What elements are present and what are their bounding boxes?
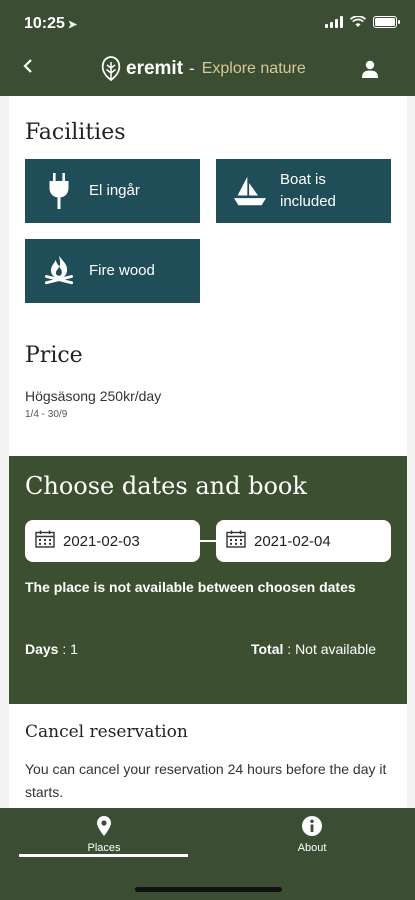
end-date-value: 2021-02-04: [254, 532, 331, 550]
location-pin-icon: [19, 814, 189, 838]
status-bar: 10:25 ➤: [0, 0, 415, 44]
campfire-icon: [43, 253, 75, 289]
brand: eremit - Explore nature: [100, 56, 306, 82]
total-label: Total: [250, 641, 284, 657]
date-range: 2021-02-03 2021-02-04: [25, 520, 391, 562]
booking-totals: Days : 1 Total : Not available: [25, 641, 391, 657]
start-date-field[interactable]: 2021-02-03: [25, 520, 200, 562]
active-tab-indicator: [19, 854, 188, 857]
booking-panel: Choose dates and book 2021-02-03 2021-02…: [9, 456, 407, 704]
facility-label: Boat is included: [280, 171, 336, 210]
calendar-icon: [35, 530, 55, 552]
price-title: Price: [25, 343, 83, 368]
location-arrow-icon: ➤: [67, 19, 78, 31]
home-indicator: [135, 887, 282, 892]
availability-message: The place is not available between choos…: [25, 579, 356, 595]
calendar-icon: [226, 530, 246, 552]
header-subtitle: Explore nature: [201, 60, 306, 77]
price-season: Högsäsong 250kr/day: [25, 388, 162, 404]
facilities-grid: El ingår Boat is included Fire wood: [25, 159, 391, 303]
total-summary: Total : Not available: [250, 641, 376, 657]
facility-fire-wood: Fire wood: [25, 239, 200, 303]
brand-separator: -: [189, 59, 195, 78]
booking-title: Choose dates and book: [25, 472, 307, 500]
plug-icon: [43, 173, 75, 209]
chevron-left-icon: [23, 59, 32, 73]
facility-boat: Boat is included: [216, 159, 391, 223]
cancel-text: You can cancel your reservation 24 hours…: [25, 761, 387, 800]
tab-label: Places: [87, 842, 121, 854]
eremit-logo-icon: [101, 56, 121, 82]
wifi-icon: [350, 16, 366, 27]
status-time-text: 10:25: [24, 15, 65, 32]
facility-label: Fire wood: [89, 262, 155, 279]
user-icon: [362, 60, 378, 78]
status-icons: [325, 16, 400, 28]
detail-content[interactable]: Facilities El ingår Boat is included Fir…: [9, 96, 407, 808]
days-label: Days: [25, 641, 59, 657]
price-season-dates: 1/4 - 30/9: [25, 409, 68, 420]
total-value: Not available: [295, 641, 376, 657]
boat-icon: [234, 173, 266, 209]
profile-button[interactable]: [361, 60, 379, 83]
days-value: 1: [70, 641, 78, 657]
tab-label: About: [297, 842, 327, 854]
days-summary: Days : 1: [25, 641, 78, 657]
signal-icon: [325, 16, 343, 28]
end-date-field[interactable]: 2021-02-04: [216, 520, 391, 562]
facilities-title: Facilities: [25, 120, 126, 145]
facility-el-ingar: El ingår: [25, 159, 200, 223]
tab-about[interactable]: About: [227, 814, 397, 854]
start-date-value: 2021-02-03: [63, 532, 140, 550]
facility-label: El ingår: [89, 182, 140, 199]
battery-icon: [373, 16, 400, 28]
status-time: 10:25 ➤: [24, 15, 77, 33]
brand-name: eremit: [126, 58, 184, 79]
cancel-reservation-section: Cancel reservation You can cancel your r…: [9, 704, 407, 808]
cancel-title: Cancel reservation: [25, 722, 188, 742]
info-icon: [227, 814, 397, 838]
top-nav-bar: eremit - Explore nature: [0, 44, 415, 96]
facilities-card: Facilities El ingår Boat is included Fir…: [9, 96, 407, 456]
date-range-separator: [200, 540, 216, 542]
back-button[interactable]: [16, 56, 40, 82]
bottom-tab-bar: Places About: [0, 808, 415, 900]
tab-places[interactable]: Places: [19, 814, 189, 854]
